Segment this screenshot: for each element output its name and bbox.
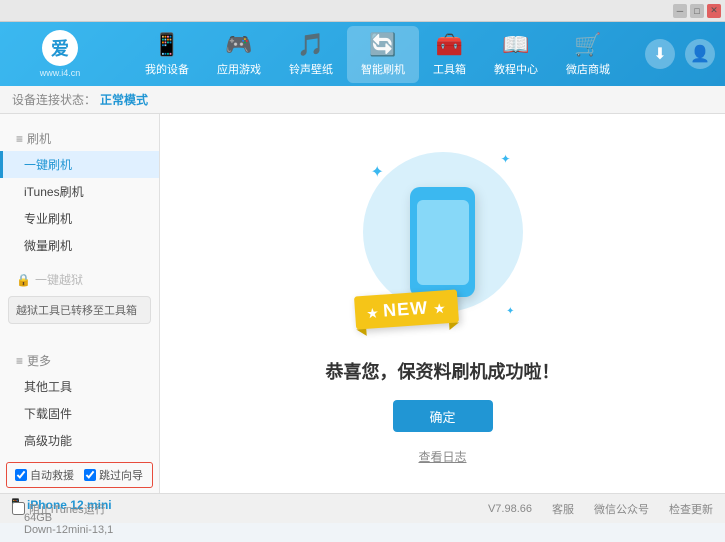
skip-wizard-checkbox[interactable] (84, 469, 96, 481)
new-badge-star-right: ★ (433, 301, 446, 316)
nav-label-my-device: 我的设备 (145, 61, 189, 77)
bottom-options-box: 自动救援 跳过向导 (6, 462, 153, 488)
sidebar-item-micro-flash[interactable]: 微量刷机 (0, 232, 159, 259)
minimize-button[interactable]: ─ (673, 4, 687, 18)
logo-url: www.i4.cn (40, 68, 81, 78)
device-firmware: Down-12mini-13,1 (8, 524, 151, 536)
flash-section: ≡ 刷机 一键刷机 iTunes刷机 专业刷机 微量刷机 (0, 122, 159, 263)
flash-icon: 🔄 (369, 32, 396, 58)
badge-tail-left (356, 329, 366, 337)
check-update-link[interactable]: 检查更新 (669, 501, 713, 517)
stop-itunes-text: 阻止iTunes运行 (29, 501, 106, 517)
success-card: ✦ ✦ ✦ ★ NEW ★ 恭喜您，保资料刷机成功啦！ 确定 查看日志 (326, 142, 560, 465)
content-area: ✦ ✦ ✦ ★ NEW ★ 恭喜您，保资料刷机成功啦！ 确定 查看日志 (160, 114, 725, 493)
nav-items: 📱 我的设备 🎮 应用游戏 🎵 铃声壁纸 🔄 智能刷机 🧰 工具箱 📖 教程中心… (110, 26, 645, 83)
maximize-button[interactable]: □ (690, 4, 704, 18)
more-section: ≡ 更多 其他工具 下载固件 高级功能 (0, 344, 159, 458)
sparkle-tr: ✦ (500, 152, 510, 166)
nav-label-smart-flash: 智能刷机 (361, 61, 405, 77)
sparkle-br: ✦ (506, 306, 514, 317)
skip-wizard-checkbox-label[interactable]: 跳过向导 (84, 467, 143, 483)
sidebar-item-itunes-flash[interactable]: iTunes刷机 (0, 178, 159, 205)
flash-section-label: 刷机 (27, 130, 51, 147)
close-button[interactable]: ✕ (707, 4, 721, 18)
user-button[interactable]: 👤 (685, 39, 715, 69)
nav-right: ⬇ 👤 (645, 39, 715, 69)
auto-save-label: 自动救援 (30, 467, 74, 483)
sidebar-item-advanced[interactable]: 高级功能 (0, 427, 159, 454)
service-link[interactable]: 客服 (552, 501, 574, 517)
jailbreak-section-label: 一键越狱 (35, 271, 83, 288)
new-badge-star-left: ★ (366, 306, 383, 321)
nav-item-tutorial[interactable]: 📖 教程中心 (480, 32, 552, 77)
title-bar: ─ □ ✕ (0, 0, 725, 22)
flash-section-title: ≡ 刷机 (0, 126, 159, 151)
sidebar-item-other-tools[interactable]: 其他工具 (0, 373, 159, 400)
nav-item-app-games[interactable]: 🎮 应用游戏 (203, 32, 275, 77)
nav-item-smart-flash[interactable]: 🔄 智能刷机 (347, 26, 419, 83)
more-section-title: ≡ 更多 (0, 348, 159, 373)
main: ≡ 刷机 一键刷机 iTunes刷机 专业刷机 微量刷机 🔒 一键越狱 越狱工具… (0, 114, 725, 493)
device-icon: 📱 (153, 32, 180, 58)
nav-label-weidian: 微店商城 (566, 61, 610, 77)
nav-item-my-device[interactable]: 📱 我的设备 (131, 32, 203, 77)
new-badge-text: NEW (382, 298, 428, 321)
footer-left: 阻止iTunes运行 (12, 501, 488, 517)
phone-screen (417, 200, 469, 285)
success-text: 恭喜您，保资料刷机成功啦！ (326, 358, 560, 384)
phone-illustration: ✦ ✦ ✦ ★ NEW ★ (353, 142, 533, 342)
nav-item-ringtone[interactable]: 🎵 铃声壁纸 (275, 32, 347, 77)
stop-itunes-label[interactable]: 阻止iTunes运行 (12, 501, 488, 517)
confirm-button[interactable]: 确定 (393, 400, 493, 432)
ringtone-icon: 🎵 (297, 32, 324, 58)
header: 爱 www.i4.cn 📱 我的设备 🎮 应用游戏 🎵 铃声壁纸 🔄 智能刷机 … (0, 22, 725, 86)
toolbox-icon: 🧰 (436, 32, 463, 58)
nav-item-toolbox[interactable]: 🧰 工具箱 (419, 32, 480, 77)
jailbreak-section-title: 🔒 一键越狱 (0, 267, 159, 292)
skip-wizard-label: 跳过向导 (99, 467, 143, 483)
download-button[interactable]: ⬇ (645, 39, 675, 69)
shop-icon: 🛒 (574, 32, 601, 58)
device-info: 📱 iPhone 12 mini 64GB Down-12mini-13,1 (0, 492, 159, 542)
status-value: 正常模式 (100, 91, 148, 108)
flash-section-icon: ≡ (16, 132, 23, 146)
phone-body (410, 187, 475, 297)
version-text: V7.98.66 (488, 503, 532, 515)
tutorial-icon: 📖 (502, 32, 529, 58)
checkbox-row: 自动救援 跳过向导 (7, 463, 152, 487)
auto-save-checkbox[interactable] (15, 469, 27, 481)
footer-right: V7.98.66 客服 微信公众号 检查更新 (488, 501, 713, 517)
jailbreak-notice: 越狱工具已转移至工具箱 (8, 296, 151, 324)
more-section-icon: ≡ (16, 354, 23, 368)
badge-tail-right (448, 322, 458, 330)
lock-icon: 🔒 (16, 273, 31, 287)
logo-area: 爱 www.i4.cn (10, 30, 110, 78)
jailbreak-section: 🔒 一键越狱 越狱工具已转移至工具箱 (0, 263, 159, 332)
review-log-link[interactable]: 查看日志 (418, 448, 466, 465)
app-icon: 🎮 (225, 32, 252, 58)
more-section-label: 更多 (27, 352, 51, 369)
status-label: 设备连接状态： (12, 91, 96, 108)
nav-label-ringtone: 铃声壁纸 (289, 61, 333, 77)
sidebar-item-download-firmware[interactable]: 下载固件 (0, 400, 159, 427)
stop-itunes-checkbox[interactable] (12, 502, 25, 515)
sparkle-tl: ✦ (371, 162, 384, 182)
nav-label-app-games: 应用游戏 (217, 61, 261, 77)
sidebar: ≡ 刷机 一键刷机 iTunes刷机 专业刷机 微量刷机 🔒 一键越狱 越狱工具… (0, 114, 160, 493)
sidebar-item-pro-flash[interactable]: 专业刷机 (0, 205, 159, 232)
nav-item-weidian[interactable]: 🛒 微店商城 (552, 32, 624, 77)
new-badge: ★ NEW ★ (353, 289, 458, 329)
wechat-link[interactable]: 微信公众号 (594, 501, 649, 517)
status-bar: 设备连接状态： 正常模式 (0, 86, 725, 114)
auto-save-checkbox-label[interactable]: 自动救援 (15, 467, 74, 483)
nav-label-tutorial: 教程中心 (494, 61, 538, 77)
logo-icon: 爱 (42, 30, 78, 66)
sidebar-item-one-click-flash[interactable]: 一键刷机 (0, 151, 159, 178)
nav-label-toolbox: 工具箱 (433, 61, 466, 77)
